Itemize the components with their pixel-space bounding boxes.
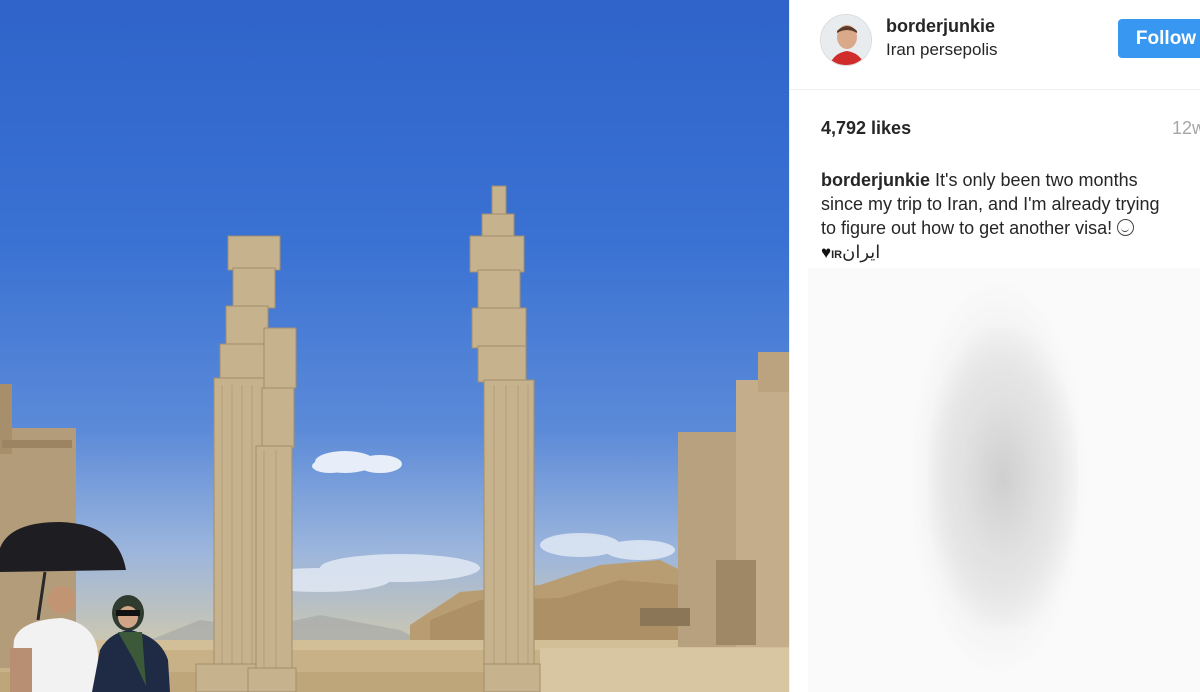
post-photo[interactable] (0, 0, 789, 692)
comments-area-blurred (808, 268, 1200, 692)
post-details-panel: borderjunkie Iran persepolis Follow 4,79… (789, 0, 1200, 692)
post-time[interactable]: 12w (1172, 118, 1200, 139)
user-avatar-icon (821, 15, 871, 65)
heart-icon: ♥ (821, 243, 832, 262)
post-username[interactable]: borderjunkie (886, 16, 995, 37)
follow-button[interactable]: Follow (1118, 19, 1200, 58)
post-location[interactable]: Iran persepolis (886, 40, 998, 60)
caption-persian-text: ایران (842, 242, 881, 262)
likes-count[interactable]: 4,792 likes (821, 118, 911, 139)
avatar[interactable] (820, 14, 872, 66)
persepolis-photo-art (0, 185, 789, 692)
post-caption: borderjunkie It's only been two months s… (821, 168, 1161, 267)
caption-username[interactable]: borderjunkie (821, 170, 930, 190)
post-header: borderjunkie Iran persepolis Follow (790, 0, 1200, 90)
iran-flag-label: IR (831, 249, 843, 261)
smiling-face-icon (1117, 219, 1135, 236)
